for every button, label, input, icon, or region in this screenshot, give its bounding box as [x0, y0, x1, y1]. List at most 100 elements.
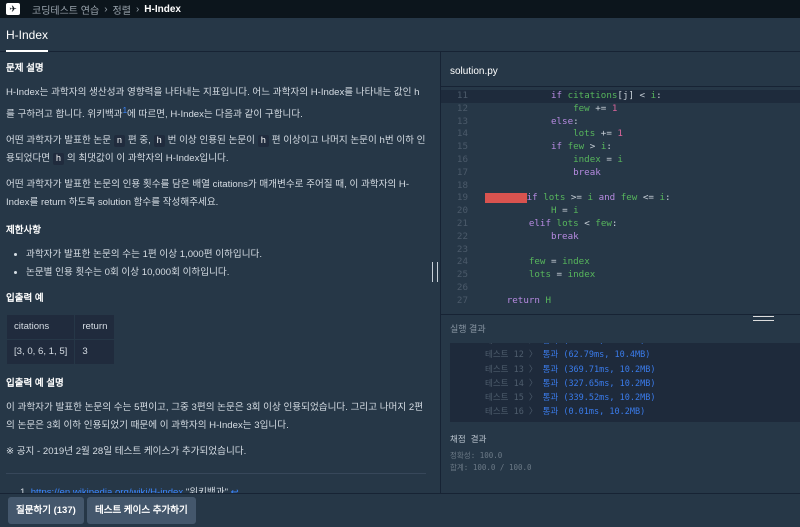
logo-icon[interactable]: ✈ — [6, 3, 20, 15]
description: H-Index는 과학자의 생산성과 영향력을 나타내는 지표입니다. 어느 과… — [6, 87, 420, 121]
test-label: 테스트 15 〉 — [485, 393, 543, 404]
total-score: 합계: 100.0 / 100.0 — [450, 463, 532, 472]
editor-panel: solution.py 11 if citations[j] < i: 12 fe… — [440, 52, 800, 493]
code-token: if — [550, 90, 568, 101]
code-line[interactable]: 16 index = i — [441, 154, 800, 167]
code-token: lots — [528, 269, 557, 281]
code-line[interactable]: 12 few += 1 — [441, 103, 800, 116]
notice: ※ 공지 - 2019년 2월 28일 테스트 케이스가 추가되었습니다. — [6, 446, 247, 458]
code-token: if — [550, 141, 568, 153]
results-resize-handle[interactable] — [753, 316, 774, 321]
code-token: lots — [543, 192, 571, 204]
divider — [6, 473, 426, 475]
code-line[interactable]: 26 — [441, 282, 800, 295]
limits-list: 과학자가 발표한 논문의 수는 1편 이상 1,000편 이하입니다. 논문별 … — [26, 246, 426, 282]
line-number: 24 — [456, 256, 468, 268]
code-line[interactable]: 25 lots = index — [441, 269, 800, 282]
code-token: < — [584, 217, 596, 229]
code-line[interactable]: 24 few = index — [441, 256, 800, 269]
code-token: break — [573, 166, 601, 178]
table-row: [3, 0, 6, 1, 5] 3 — [5, 339, 116, 366]
breadcrumb-current: H-Index — [144, 3, 181, 15]
problem-panel[interactable]: 문제 설명 H-Index는 과학자의 생산성과 영향력을 나타내는 지표입니다… — [0, 52, 432, 498]
code-line[interactable]: 23 — [441, 244, 800, 257]
code-line[interactable]: 22 break — [441, 231, 800, 244]
breadcrumb-item[interactable]: 코딩테스트 연습 — [32, 2, 99, 17]
line-number: 18 — [456, 179, 468, 191]
grade-title: 채점 결과 — [450, 435, 487, 445]
ask-question-button[interactable]: 질문하기 (137) — [8, 497, 84, 524]
test-result: 통과 (339.52ms, 10.2MB) — [542, 393, 656, 404]
code-token: and — [598, 192, 621, 204]
error-highlight — [484, 192, 527, 203]
code-token: >= — [570, 192, 588, 204]
test-result: 통과 (0.01ms, 10.2MB) — [542, 407, 646, 418]
code-token: index — [573, 153, 607, 165]
code-token: elif — [528, 217, 557, 229]
code-line[interactable]: 13 else: — [441, 116, 800, 129]
section-title: 제한사항 — [6, 225, 41, 237]
code-token: few — [620, 192, 643, 204]
code-line[interactable]: 21 elif lots < few: — [441, 218, 800, 231]
list-item: 논문별 인용 횟수는 0회 이상 10,000회 이하입니다. — [26, 264, 426, 282]
code-line[interactable]: 17 break — [441, 167, 800, 180]
code-token: = — [606, 153, 618, 165]
column-header: return — [74, 314, 116, 341]
line-number: 20 — [456, 205, 468, 217]
section-title: 입출력 예 설명 — [6, 378, 64, 390]
panel-resize-handle[interactable] — [432, 262, 438, 282]
line-number: 14 — [456, 128, 468, 140]
line-number: 13 — [456, 115, 468, 127]
line-number: 12 — [456, 102, 468, 114]
code-editor[interactable]: 11 if citations[j] < i: 12 few += 1 13 els… — [441, 87, 800, 308]
code-line[interactable]: 14 lots += 1 — [441, 128, 800, 141]
code-token: = — [551, 256, 563, 268]
line-number: 16 — [456, 153, 468, 165]
code-token: += — [595, 102, 612, 114]
code-token: += — [600, 128, 618, 140]
code-token: few — [573, 102, 596, 114]
test-label: 테스트 16 〉 — [485, 407, 543, 418]
chevron-right-icon: › — [135, 3, 140, 15]
tab-bar: H-Index — [0, 18, 800, 52]
code-token: else — [550, 115, 574, 127]
code-token: if — [526, 192, 544, 204]
test-label: 테스트 11 〉 — [485, 343, 543, 346]
code-line[interactable]: 20 H = i — [441, 205, 800, 218]
list-item: 과학자가 발표한 논문의 수는 1편 이상 1,000편 이하입니다. — [26, 246, 426, 264]
code-token: few — [567, 141, 590, 153]
code-token: lots — [556, 217, 585, 229]
code-token: : — [665, 192, 671, 204]
bottom-bar: 질문하기 (137) 테스트 케이스 추가하기 — [0, 493, 800, 527]
test-result-row: 테스트 13 〉 통과 (369.71ms, 10.2MB) — [450, 363, 800, 377]
file-name: solution.py — [441, 57, 800, 87]
code-line[interactable]: 27 return H — [441, 295, 800, 308]
code-token: i — [573, 205, 579, 217]
explanation: 이 과학자가 발표한 논문의 수는 5편이고, 그중 3편의 논문은 3회 이상… — [6, 402, 424, 432]
code-token: H — [550, 205, 563, 217]
results-list[interactable]: 테스트 11 〉 통과 (0.01ms, 10.2MB) 테스트 12 〉 통과 … — [450, 343, 800, 422]
code-line[interactable]: 19 if lots >= i and few <= i: — [441, 192, 800, 205]
line-number: 17 — [456, 166, 468, 178]
code-token: : — [606, 141, 612, 153]
code-line[interactable]: 11 if citations[j] < i: — [441, 90, 800, 103]
code-token: index — [567, 269, 596, 281]
add-test-case-button[interactable]: 테스트 케이스 추가하기 — [87, 497, 196, 524]
chevron-right-icon: › — [104, 3, 108, 15]
code-token: return — [506, 294, 546, 306]
code-token: i — [587, 192, 599, 204]
code-token: i — [617, 153, 623, 165]
code-token: few — [595, 217, 612, 229]
test-result: 통과 (327.65ms, 10.2MB) — [542, 378, 656, 389]
code-token: 1 — [611, 102, 618, 114]
code-line[interactable]: 18 — [441, 180, 800, 193]
test-label: 테스트 13 〉 — [485, 364, 543, 375]
test-label: 테스트 14 〉 — [485, 378, 543, 389]
code-token: index — [562, 256, 590, 268]
section-title: 입출력 예 — [6, 293, 44, 305]
tab-h-index[interactable]: H-Index — [6, 18, 49, 52]
test-result: 통과 (369.71ms, 10.2MB) — [542, 364, 656, 375]
code-line[interactable]: 15 if few > i: — [441, 141, 800, 154]
code-token: few — [528, 256, 551, 268]
breadcrumb-item[interactable]: 정렬 — [113, 2, 131, 17]
